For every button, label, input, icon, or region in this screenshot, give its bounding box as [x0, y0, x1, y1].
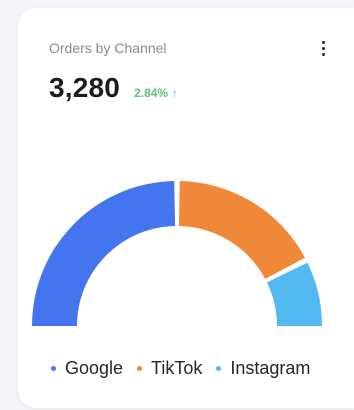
orders-by-channel-card: Orders by Channel 3,280 2.84% ↑ Google Ti…: [18, 8, 354, 408]
legend-item-tiktok[interactable]: TikTok: [137, 358, 202, 379]
legend-dot-icon: [137, 366, 143, 371]
arc-tiktok[interactable]: [178, 181, 305, 279]
legend-item-instagram[interactable]: Instagram: [216, 358, 310, 379]
orders-semi-donut-chart: [32, 181, 322, 326]
legend-dot-icon: [216, 366, 222, 371]
legend-label: TikTok: [151, 358, 203, 378]
arc-google[interactable]: [32, 181, 176, 326]
legend-dot-icon: [51, 366, 56, 371]
legend-label: Google: [65, 358, 124, 378]
chart-legend: Google TikTok Instagram: [51, 358, 310, 379]
legend-label: Instagram: [230, 358, 311, 378]
legend-item-google[interactable]: Google: [51, 358, 123, 379]
chart-arcs: [32, 181, 322, 326]
